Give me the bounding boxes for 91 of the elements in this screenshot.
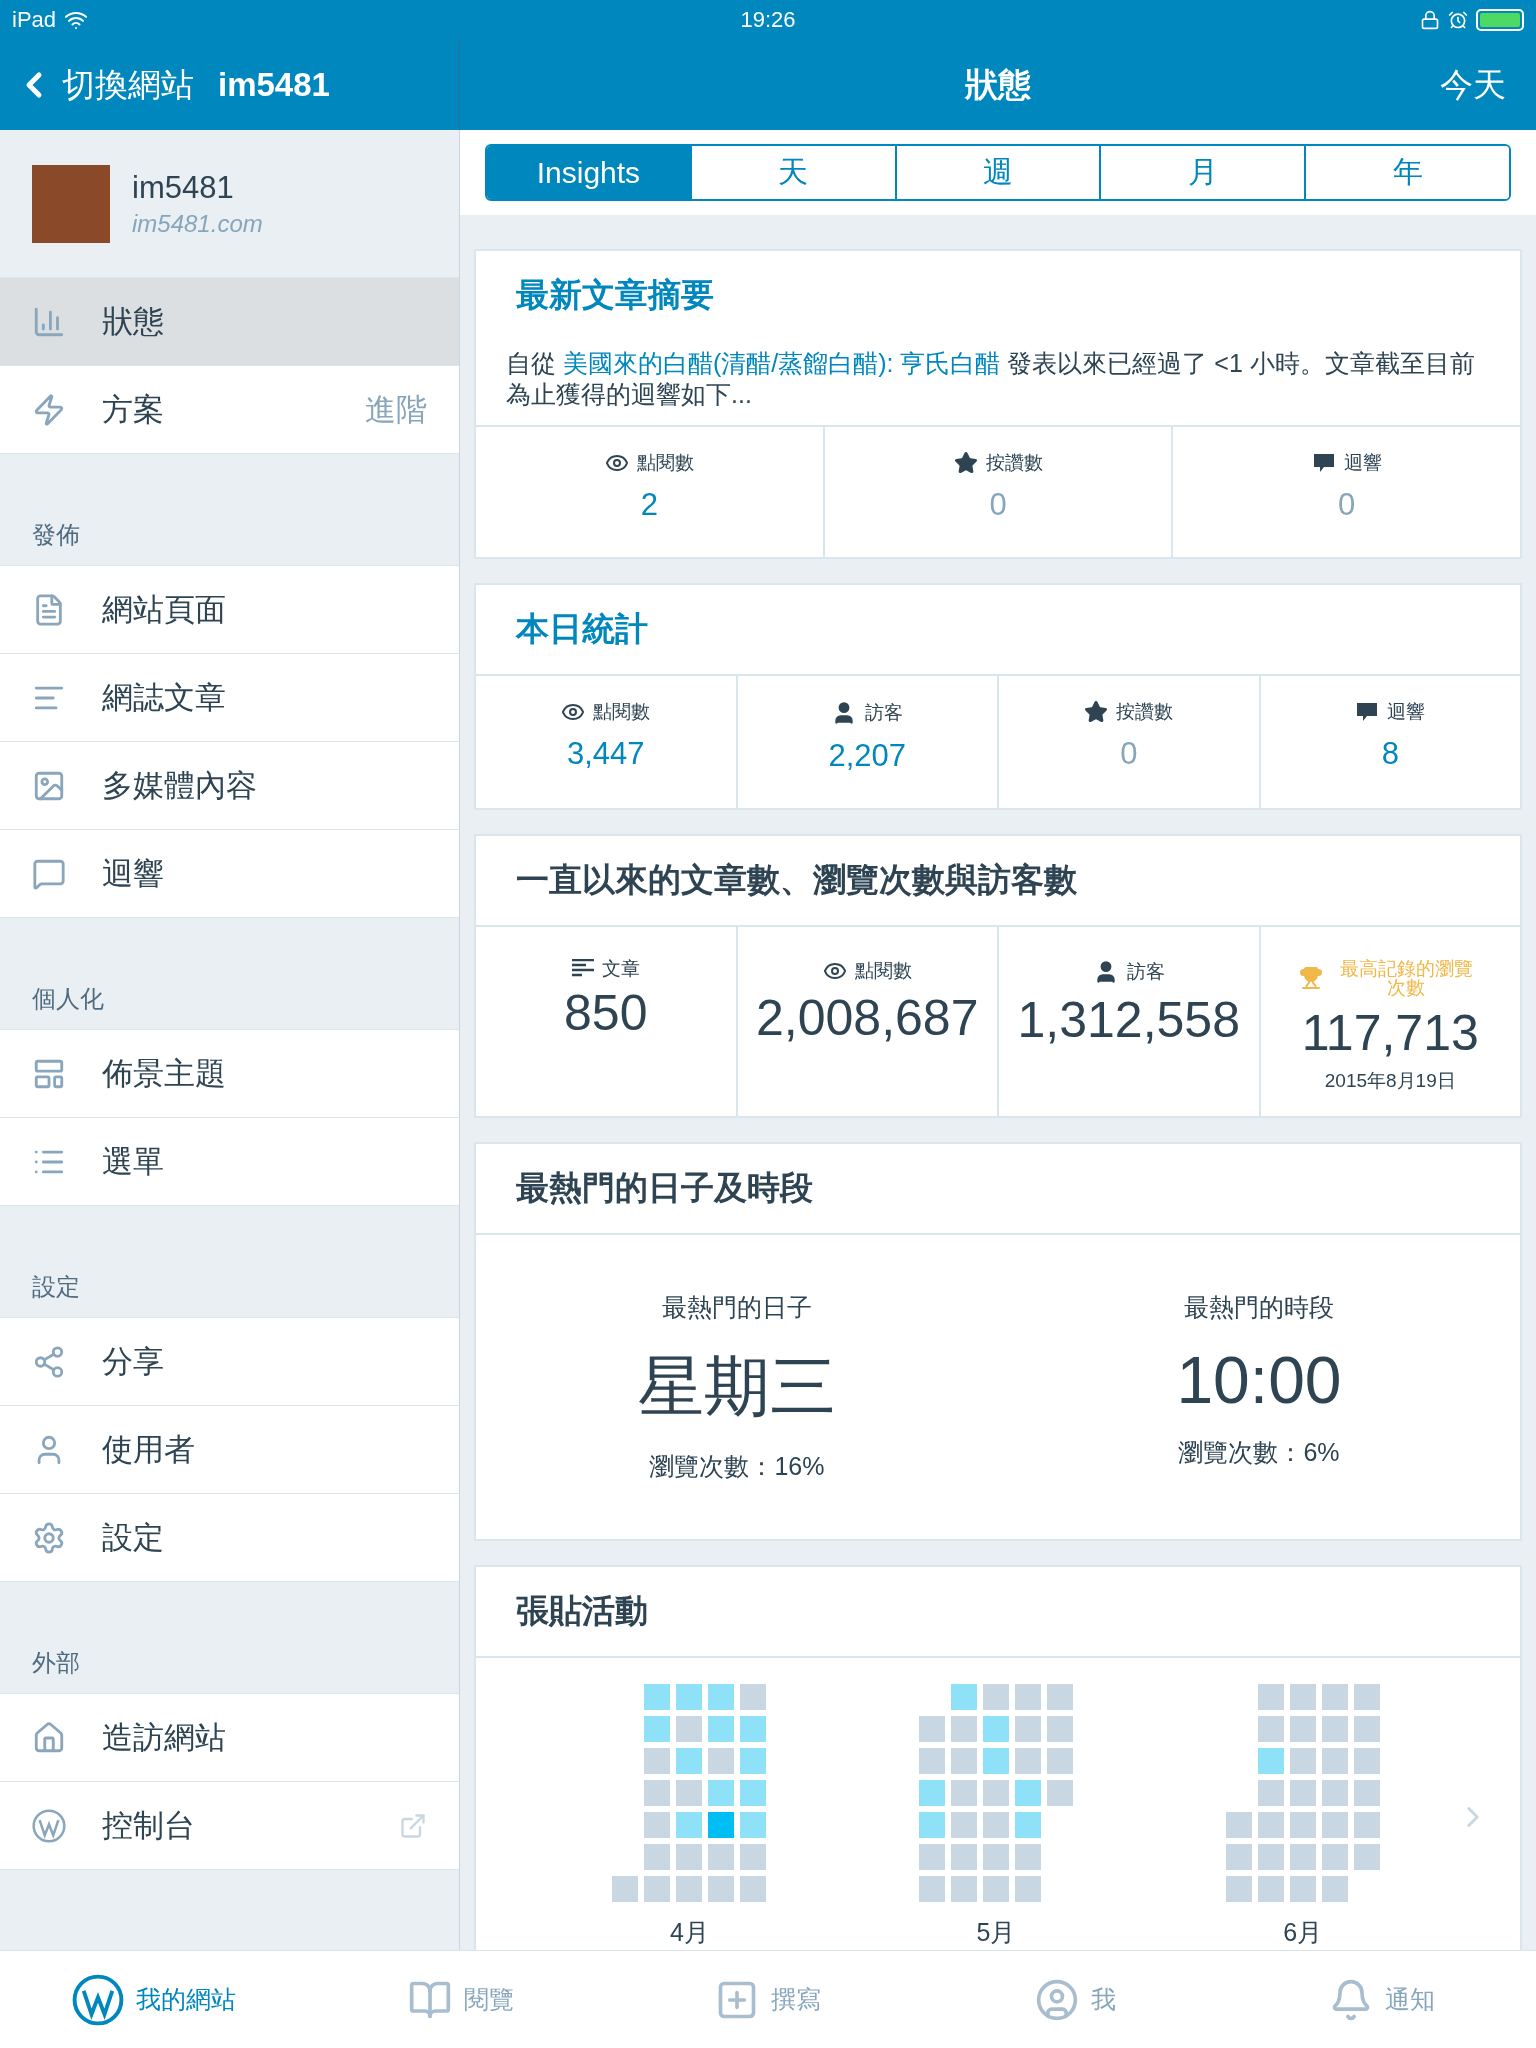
stat-value: 3,447	[566, 735, 645, 772]
stat-label: 文章	[601, 958, 640, 979]
device-name: iPad	[12, 7, 57, 33]
lock-icon	[1420, 10, 1440, 30]
month-label: 5月	[976, 1917, 1016, 1949]
popular-label: 最熱門的日子	[662, 1292, 812, 1324]
item-label: 造訪網站	[102, 1718, 227, 1757]
stat-value: 0	[989, 486, 1007, 523]
stat-value: 850	[564, 984, 648, 1043]
lines-icon	[571, 959, 594, 978]
sidebar-item[interactable]: 造訪網站	[0, 1694, 459, 1782]
star-icon	[953, 450, 978, 475]
popular-label: 最熱門的時段	[1184, 1292, 1334, 1324]
card-title: 張貼活動	[515, 1591, 649, 1632]
item-label: 控制台	[102, 1806, 196, 1845]
person-icon	[1034, 1977, 1079, 2022]
stat-value: 0	[1338, 486, 1356, 523]
stat-value: 2,207	[828, 737, 907, 774]
stat-label: 迴響	[1387, 701, 1426, 722]
views-share: 瀏覽次數：6%	[1178, 1437, 1340, 1469]
sidebar-item[interactable]: 多媒體內容	[0, 742, 459, 830]
page-title: 狀態	[965, 64, 1031, 105]
trophy-icon	[1299, 966, 1324, 991]
stat-value: 2	[640, 486, 658, 523]
card-title: 最熱門的日子及時段	[515, 1168, 814, 1209]
item-label: 狀態	[102, 302, 165, 341]
share-icon	[32, 1344, 66, 1379]
stat-value: 2,008,687	[756, 988, 979, 1047]
item-label: 迴響	[102, 854, 165, 893]
period-tab[interactable]: Insights	[487, 146, 690, 199]
today-button[interactable]: 今天	[1434, 61, 1512, 109]
tab-bar-item[interactable]: 我的網站	[0, 1951, 308, 2048]
stat-label: 點閱數	[593, 701, 651, 722]
sidebar-item[interactable]: 網站頁面	[0, 566, 459, 654]
site-title: im5481	[218, 66, 330, 104]
item-label: 選單	[102, 1142, 165, 1181]
stat-label: 迴響	[1343, 452, 1382, 473]
house-icon	[32, 1720, 66, 1755]
plan-label: 進階	[365, 390, 427, 429]
sidebar-item[interactable]: 方案 進階	[0, 366, 459, 454]
item-label: 方案	[102, 390, 165, 429]
item-label: 佈景主題	[102, 1054, 227, 1093]
clock: 19:26	[740, 7, 796, 33]
card-title: 本日統計	[514, 608, 649, 649]
lightning-icon	[32, 392, 66, 427]
period-tab[interactable]: 年	[1304, 146, 1509, 199]
card-title: 一直以來的文章數、瀏覽次數與訪客數	[515, 859, 1078, 900]
item-label: 使用者	[102, 1430, 196, 1469]
month-label: 4月	[669, 1917, 709, 1949]
popular-value: 星期三	[638, 1348, 836, 1426]
item-label: 分享	[102, 1342, 165, 1381]
sidebar-item[interactable]: 選單	[0, 1118, 459, 1206]
item-label: 網誌文章	[102, 678, 227, 717]
card-title: 最新文章摘要	[515, 275, 715, 315]
wordpress-logo-icon	[71, 1973, 124, 2026]
sidebar-item[interactable]: 設定	[0, 1494, 459, 1582]
sidebar-item[interactable]: 狀態	[0, 278, 459, 366]
stat-label: 訪客	[1126, 961, 1165, 982]
stat-value: 117,713	[1301, 1004, 1479, 1063]
battery-icon	[1476, 9, 1524, 31]
sidebar-item[interactable]: 網誌文章	[0, 654, 459, 742]
stat-label: 點閱數	[636, 452, 694, 473]
sidebar-item[interactable]: 迴響	[0, 830, 459, 918]
summary-text: 自從 美國來的白醋(清醋/蒸餾白醋): 亨氏白醋 發表以來已經過了 <1 小時。文章截至目前為止獲得的迴響如下...	[476, 340, 1520, 427]
popular-value: 10:00	[1176, 1342, 1342, 1419]
sidebar-item[interactable]: 控制台	[0, 1782, 459, 1870]
stat-value: 0	[1120, 735, 1138, 772]
post-link[interactable]: 美國來的白醋(清醋/蒸餾白醋): 亨氏白醋	[562, 349, 1001, 377]
wordpress-logo-icon	[32, 1808, 66, 1843]
stat-label: 訪客	[865, 702, 904, 723]
record-date: 2015年8月19日	[1324, 1069, 1456, 1094]
settings-icon	[32, 1520, 66, 1555]
star-icon	[1084, 699, 1109, 724]
stat-label: 按讚數	[985, 452, 1043, 473]
stat-label: 最高記錄的瀏覽次數	[1338, 958, 1474, 999]
views-share: 瀏覽次數：16%	[649, 1451, 825, 1483]
alarm-icon	[1448, 10, 1468, 30]
stat-value: 8	[1381, 735, 1399, 772]
site-name: im5481	[132, 169, 235, 206]
sidebar-item[interactable]: 佈景主題	[0, 1030, 459, 1118]
back-button[interactable]: 切換網站	[14, 62, 194, 108]
item-label: 網站頁面	[102, 590, 227, 629]
site-url: im5481.com	[132, 209, 263, 238]
item-label: 多媒體內容	[102, 766, 258, 805]
stat-label: 按讚數	[1116, 701, 1174, 722]
sidebar-item[interactable]: 分享	[0, 1318, 459, 1406]
stat-label: 點閱數	[854, 960, 912, 981]
month-label: 6月	[1283, 1917, 1323, 1949]
stat-value: 1,312,558	[1017, 990, 1240, 1049]
item-label: 設定	[102, 1518, 165, 1557]
sidebar-item[interactable]: 使用者	[0, 1406, 459, 1494]
